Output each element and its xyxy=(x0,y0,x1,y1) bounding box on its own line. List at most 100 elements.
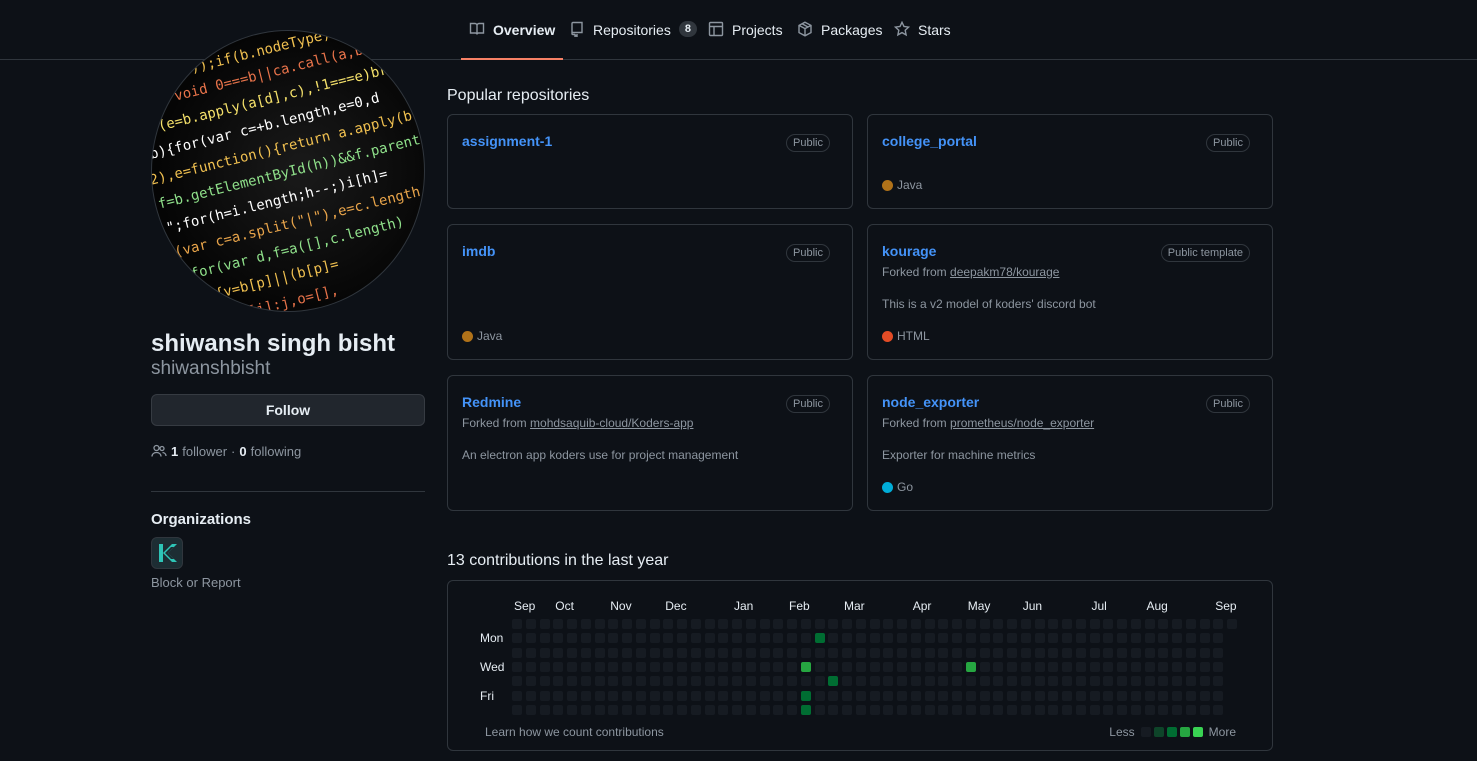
contribution-day-cell[interactable] xyxy=(525,633,536,644)
contribution-day-cell[interactable] xyxy=(1048,647,1059,658)
tab-stars[interactable]: Stars xyxy=(894,21,951,60)
contribution-day-cell[interactable] xyxy=(1075,647,1086,658)
contribution-day-cell[interactable] xyxy=(979,633,990,644)
contribution-day-cell[interactable] xyxy=(718,619,729,629)
contribution-day-cell[interactable] xyxy=(1075,704,1086,715)
contribution-day-cell[interactable] xyxy=(1075,633,1086,644)
contribution-day-cell[interactable] xyxy=(800,661,811,672)
contribution-day-cell[interactable] xyxy=(1130,647,1141,658)
contribution-day-cell[interactable] xyxy=(690,676,701,687)
contribution-day-cell[interactable] xyxy=(855,661,866,672)
contribution-day-cell[interactable] xyxy=(1103,647,1114,658)
contribution-day-cell[interactable] xyxy=(1213,661,1224,672)
contribution-day-cell[interactable] xyxy=(828,690,839,701)
contribution-day-cell[interactable] xyxy=(979,690,990,701)
contribution-day-cell[interactable] xyxy=(635,633,646,644)
contribution-day-cell[interactable] xyxy=(1144,619,1155,629)
contribution-day-cell[interactable] xyxy=(869,661,880,672)
contribution-day-cell[interactable] xyxy=(622,676,632,687)
contribution-day-cell[interactable] xyxy=(690,661,701,672)
contribution-day-cell[interactable] xyxy=(773,704,784,715)
contribution-day-cell[interactable] xyxy=(677,661,687,672)
contribution-day-cell[interactable] xyxy=(1213,690,1224,701)
contribution-day-cell[interactable] xyxy=(553,704,564,715)
contribution-day-cell[interactable] xyxy=(512,633,522,644)
contribution-day-cell[interactable] xyxy=(1048,704,1059,715)
contribution-day-cell[interactable] xyxy=(1089,690,1100,701)
contribution-day-cell[interactable] xyxy=(1062,661,1072,672)
tab-packages[interactable]: Packages xyxy=(797,21,882,60)
contribution-day-cell[interactable] xyxy=(608,661,619,672)
contribution-day-cell[interactable] xyxy=(622,633,632,644)
contribution-day-cell[interactable] xyxy=(855,619,866,629)
contribution-day-cell[interactable] xyxy=(842,647,852,658)
contribution-day-cell[interactable] xyxy=(1034,647,1045,658)
contribution-day-cell[interactable] xyxy=(1007,661,1017,672)
contribution-day-cell[interactable] xyxy=(965,633,976,644)
contribution-day-cell[interactable] xyxy=(553,676,564,687)
contribution-day-cell[interactable] xyxy=(1075,676,1086,687)
contribution-day-cell[interactable] xyxy=(814,633,825,644)
contribution-day-cell[interactable] xyxy=(512,690,522,701)
contribution-day-cell[interactable] xyxy=(773,676,784,687)
contribution-day-cell[interactable] xyxy=(938,690,949,701)
contribution-day-cell[interactable] xyxy=(1103,633,1114,644)
contribution-day-cell[interactable] xyxy=(1103,619,1114,629)
followers-count[interactable]: 1 xyxy=(171,444,178,459)
contribution-day-cell[interactable] xyxy=(952,619,962,629)
contribution-day-cell[interactable] xyxy=(1185,690,1196,701)
contribution-day-cell[interactable] xyxy=(1144,704,1155,715)
contribution-day-cell[interactable] xyxy=(869,704,880,715)
contribution-day-cell[interactable] xyxy=(965,676,976,687)
contribution-day-cell[interactable] xyxy=(663,633,674,644)
contribution-day-cell[interactable] xyxy=(1007,619,1017,629)
contribution-day-cell[interactable] xyxy=(622,647,632,658)
contribution-day-cell[interactable] xyxy=(1199,619,1210,629)
contribution-day-cell[interactable] xyxy=(622,661,632,672)
contribution-day-cell[interactable] xyxy=(649,704,660,715)
contribution-day-cell[interactable] xyxy=(773,661,784,672)
contribution-day-cell[interactable] xyxy=(1158,676,1169,687)
contribution-day-cell[interactable] xyxy=(869,647,880,658)
contribution-day-cell[interactable] xyxy=(910,661,921,672)
contribution-day-cell[interactable] xyxy=(828,676,839,687)
contribution-day-cell[interactable] xyxy=(897,690,907,701)
contribution-day-cell[interactable] xyxy=(567,690,577,701)
contribution-day-cell[interactable] xyxy=(567,676,577,687)
repo-name-link[interactable]: assignment-1 xyxy=(462,133,552,149)
contribution-day-cell[interactable] xyxy=(608,647,619,658)
contribution-day-cell[interactable] xyxy=(897,661,907,672)
contribution-day-cell[interactable] xyxy=(952,633,962,644)
contribution-day-cell[interactable] xyxy=(1199,633,1210,644)
contribution-day-cell[interactable] xyxy=(855,633,866,644)
contribution-day-cell[interactable] xyxy=(1185,633,1196,644)
contribution-day-cell[interactable] xyxy=(1213,633,1224,644)
contribution-day-cell[interactable] xyxy=(718,647,729,658)
following-label[interactable]: following xyxy=(251,444,302,459)
contribution-day-cell[interactable] xyxy=(773,647,784,658)
contribution-day-cell[interactable] xyxy=(732,690,742,701)
contribution-day-cell[interactable] xyxy=(635,704,646,715)
contribution-day-cell[interactable] xyxy=(910,704,921,715)
contribution-day-cell[interactable] xyxy=(704,676,715,687)
contribution-day-cell[interactable] xyxy=(539,633,550,644)
contribution-day-cell[interactable] xyxy=(1075,690,1086,701)
contribution-day-cell[interactable] xyxy=(814,690,825,701)
contribution-day-cell[interactable] xyxy=(732,704,742,715)
contribution-day-cell[interactable] xyxy=(553,633,564,644)
contribution-day-cell[interactable] xyxy=(690,619,701,629)
contribution-day-cell[interactable] xyxy=(745,633,756,644)
contribution-day-cell[interactable] xyxy=(828,661,839,672)
contribution-day-cell[interactable] xyxy=(897,633,907,644)
contribution-day-cell[interactable] xyxy=(635,690,646,701)
contribution-day-cell[interactable] xyxy=(567,661,577,672)
contribution-day-cell[interactable] xyxy=(690,690,701,701)
contribution-day-cell[interactable] xyxy=(594,633,605,644)
contribution-day-cell[interactable] xyxy=(910,690,921,701)
contribution-day-cell[interactable] xyxy=(800,619,811,629)
contribution-day-cell[interactable] xyxy=(608,633,619,644)
fork-source-link[interactable]: mohdsaquib-cloud/Koders-app xyxy=(530,416,693,430)
contribution-day-cell[interactable] xyxy=(952,676,962,687)
contribution-day-cell[interactable] xyxy=(773,619,784,629)
contribution-day-cell[interactable] xyxy=(759,647,770,658)
